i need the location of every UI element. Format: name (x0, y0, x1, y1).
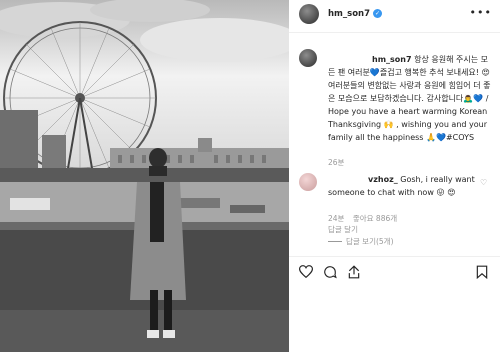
comment-text: Gosh, i really want someone to chat with… (328, 175, 475, 197)
more-options-icon[interactable]: ••• (470, 6, 492, 19)
comment-like-icon[interactable]: ♡ (480, 178, 488, 187)
like-heart-icon[interactable] (299, 265, 313, 278)
post-sidebar: hm_son7 ✓ ••• hm_son7 항상 응원해 주시는 모든 팬 여러분… (289, 0, 500, 352)
share-icon[interactable] (347, 265, 361, 279)
post-photo[interactable] (0, 0, 289, 352)
caption-avatar[interactable] (299, 49, 317, 67)
comment-avatar[interactable] (299, 173, 317, 191)
comment-likes[interactable]: 좋아요 886개 (353, 214, 397, 223)
bookmark-icon[interactable] (476, 265, 488, 279)
action-bar (289, 256, 500, 287)
caption-username[interactable]: hm_son7 (372, 55, 412, 64)
verified-check-icon: ✓ (373, 9, 383, 18)
caption-english: Hope you have a heart warming Korean Tha… (328, 107, 488, 142)
post-header: hm_son7 ✓ ••• (289, 0, 500, 33)
comment-meta: 24분 좋아요 886개 (328, 213, 403, 224)
avatar[interactable] (299, 4, 319, 24)
caption-time: 26분 (328, 158, 345, 167)
view-replies-button[interactable]: 답글 보기(5개) (328, 236, 394, 247)
comment-icon[interactable] (323, 265, 337, 279)
comment: vzhoz_ Gosh, i really want someone to ch… (328, 173, 488, 199)
reply-button[interactable]: 답글 달기 (328, 224, 358, 235)
caption: hm_son7 항상 응원해 주시는 모든 팬 여러분💙즐겁고 행복한 추석 보… (328, 53, 494, 144)
london-eye-photo (0, 0, 289, 352)
post-username[interactable]: hm_son7 ✓ (328, 9, 383, 19)
username-text[interactable]: hm_son7 (328, 9, 370, 19)
comment-time: 24분 (328, 214, 345, 223)
comment-username[interactable]: vzhoz_ (368, 175, 398, 184)
view-replies-label: 답글 보기(5개) (346, 237, 394, 246)
